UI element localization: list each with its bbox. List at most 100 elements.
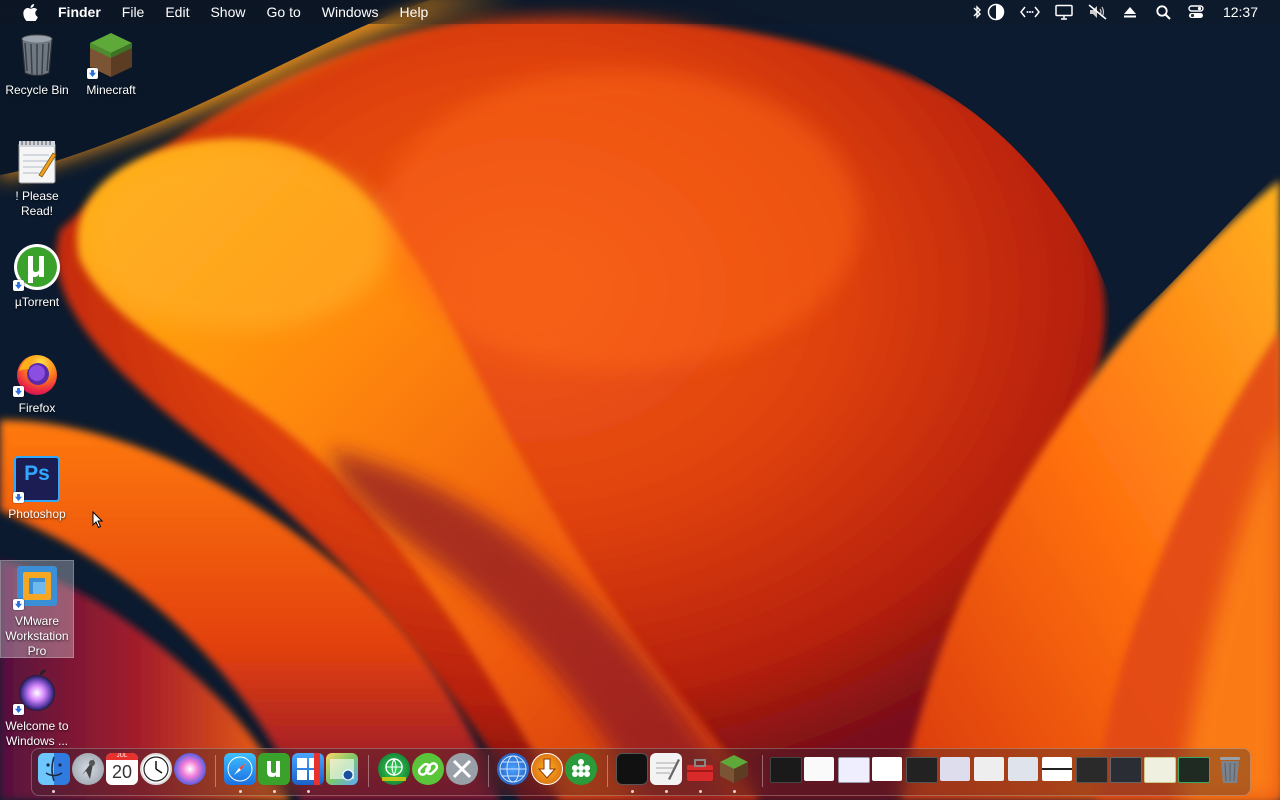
- photoshop-text: Ps: [24, 462, 50, 485]
- dock-tools-icon[interactable]: [446, 753, 478, 785]
- shortcut-arrow-icon: [87, 68, 98, 79]
- dock: JUL 20: [31, 748, 1251, 796]
- desktop-icon-utorrent[interactable]: µTorrent: [0, 243, 74, 310]
- shortcut-arrow-icon: [13, 704, 24, 715]
- dock-calendar-icon[interactable]: JUL 20: [106, 753, 138, 785]
- dock-window-thumbnail[interactable]: [974, 757, 1004, 781]
- desktop-icon-welcome[interactable]: Welcome to Windows ...: [0, 667, 74, 749]
- minecraft-icon: [87, 31, 135, 79]
- running-indicator: [273, 790, 276, 793]
- running-indicator: [699, 790, 702, 793]
- dock-window-thumbnail[interactable]: [770, 757, 802, 783]
- dock-safari-icon[interactable]: [224, 753, 256, 785]
- dock-separator: [215, 755, 216, 787]
- dock-clock-icon[interactable]: [140, 753, 172, 785]
- dock-window-thumbnail[interactable]: [940, 757, 970, 781]
- desktop-wallpaper: [0, 0, 1280, 800]
- running-indicator: [733, 790, 736, 793]
- running-indicator: [239, 790, 242, 793]
- desktop-icon-vmware[interactable]: VMware Workstation Pro: [0, 560, 74, 658]
- desktop-icon-label: VMware Workstation Pro: [5, 614, 69, 658]
- menu-help[interactable]: Help: [400, 0, 429, 24]
- desktop-icon-label: ! Please Read!: [15, 189, 59, 218]
- photoshop-icon: Ps: [13, 455, 61, 503]
- dock-window-thumbnail[interactable]: [1178, 757, 1210, 783]
- shortcut-arrow-icon: [13, 492, 24, 503]
- dock-window-thumbnail[interactable]: [872, 757, 902, 781]
- dock-collab-icon[interactable]: [378, 753, 410, 785]
- dock-separator: [368, 755, 369, 787]
- menu-show[interactable]: Show: [210, 0, 245, 24]
- desktop-icon-label: Firefox: [18, 401, 56, 415]
- apple-menu-icon[interactable]: [20, 2, 40, 22]
- dock-toolbox-icon[interactable]: [684, 753, 716, 785]
- desktop-icon-label: Minecraft: [86, 83, 136, 97]
- control-center-icon[interactable]: [1185, 2, 1207, 22]
- desktop-icon-recycle-bin[interactable]: Recycle Bin: [0, 31, 74, 98]
- running-indicator: [307, 790, 310, 793]
- bluetooth-icon[interactable]: [971, 2, 983, 22]
- dock-finder-icon[interactable]: [38, 753, 70, 785]
- dock-window-thumbnail[interactable]: [1144, 757, 1176, 783]
- menu-finder[interactable]: Finder: [58, 0, 101, 24]
- dock-textedit-icon[interactable]: [650, 753, 682, 785]
- dock-window-thumbnail[interactable]: [1042, 757, 1072, 781]
- menu-file[interactable]: File: [122, 0, 145, 24]
- menu-status-area: 12:37: [971, 0, 1280, 24]
- running-indicator: [52, 790, 55, 793]
- shortcut-arrow-icon: [13, 280, 24, 291]
- welcome-icon: [13, 667, 61, 715]
- contrast-icon[interactable]: [985, 2, 1007, 22]
- desktop-icon-please-read[interactable]: ! Please Read!: [0, 137, 74, 219]
- menu-go-to[interactable]: Go to: [267, 0, 301, 24]
- dock-preview-icon[interactable]: [326, 753, 358, 785]
- notepad-icon: [13, 137, 61, 185]
- dock-window-thumbnail[interactable]: [1008, 757, 1038, 781]
- desktop-icon-photoshop[interactable]: Ps Photoshop: [0, 455, 74, 522]
- calendar-month: JUL: [106, 753, 138, 760]
- mouse-cursor-icon: [92, 511, 104, 529]
- desktop-icon-label: µTorrent: [14, 295, 60, 309]
- vmware-icon: [13, 562, 61, 610]
- desktop-icon-label: Recycle Bin: [5, 83, 69, 97]
- shortcut-arrow-icon: [13, 599, 24, 610]
- dock-separator: [607, 755, 608, 787]
- calendar-day: 20: [111, 762, 133, 782]
- menu-bar: Finder File Edit Show Go to Windows Help…: [0, 0, 1280, 24]
- dock-downloader-icon[interactable]: [531, 753, 563, 785]
- mute-icon[interactable]: [1087, 2, 1109, 22]
- eject-icon[interactable]: [1119, 2, 1141, 22]
- dock-window-thumbnail[interactable]: [804, 757, 834, 781]
- dock-link-icon[interactable]: [412, 753, 444, 785]
- utorrent-icon: [13, 243, 61, 291]
- dock-utorrent-icon[interactable]: [258, 753, 290, 785]
- dock-separator: [488, 755, 489, 787]
- menu-edit[interactable]: Edit: [165, 0, 189, 24]
- desktop-icon-label: Photoshop: [8, 507, 66, 521]
- dock-minecraft-icon[interactable]: [718, 753, 750, 785]
- dock-launchpad-icon[interactable]: [72, 753, 104, 785]
- dock-window-thumbnail[interactable]: [838, 757, 870, 783]
- dock-dots-app-icon[interactable]: [565, 753, 597, 785]
- dock-windows-icon[interactable]: [292, 753, 324, 785]
- running-indicator: [665, 790, 668, 793]
- firefox-icon: [13, 349, 61, 397]
- desktop-icon-firefox[interactable]: Firefox: [0, 349, 74, 416]
- dock-window-thumbnail[interactable]: [1110, 757, 1142, 783]
- dock-siri-icon[interactable]: [174, 753, 206, 785]
- menu-clock[interactable]: 12:37: [1223, 4, 1258, 20]
- dock-window-thumbnail[interactable]: [1076, 757, 1108, 783]
- desktop-icon-minecraft[interactable]: Minecraft: [74, 31, 148, 98]
- dock-terminal-icon[interactable]: [616, 753, 648, 785]
- code-icon[interactable]: [1019, 2, 1041, 22]
- dock-window-thumbnail[interactable]: [906, 757, 938, 783]
- display-icon[interactable]: [1053, 2, 1075, 22]
- desktop-icon-label: Welcome to Windows ...: [5, 719, 69, 748]
- shortcut-arrow-icon: [13, 386, 24, 397]
- dock-web-globe-icon[interactable]: [497, 753, 529, 785]
- dock-trash-icon[interactable]: [1214, 753, 1246, 785]
- recycle-bin-icon: [13, 31, 61, 79]
- dock-separator: [762, 755, 763, 787]
- menu-windows[interactable]: Windows: [322, 0, 379, 24]
- search-icon[interactable]: [1153, 2, 1175, 22]
